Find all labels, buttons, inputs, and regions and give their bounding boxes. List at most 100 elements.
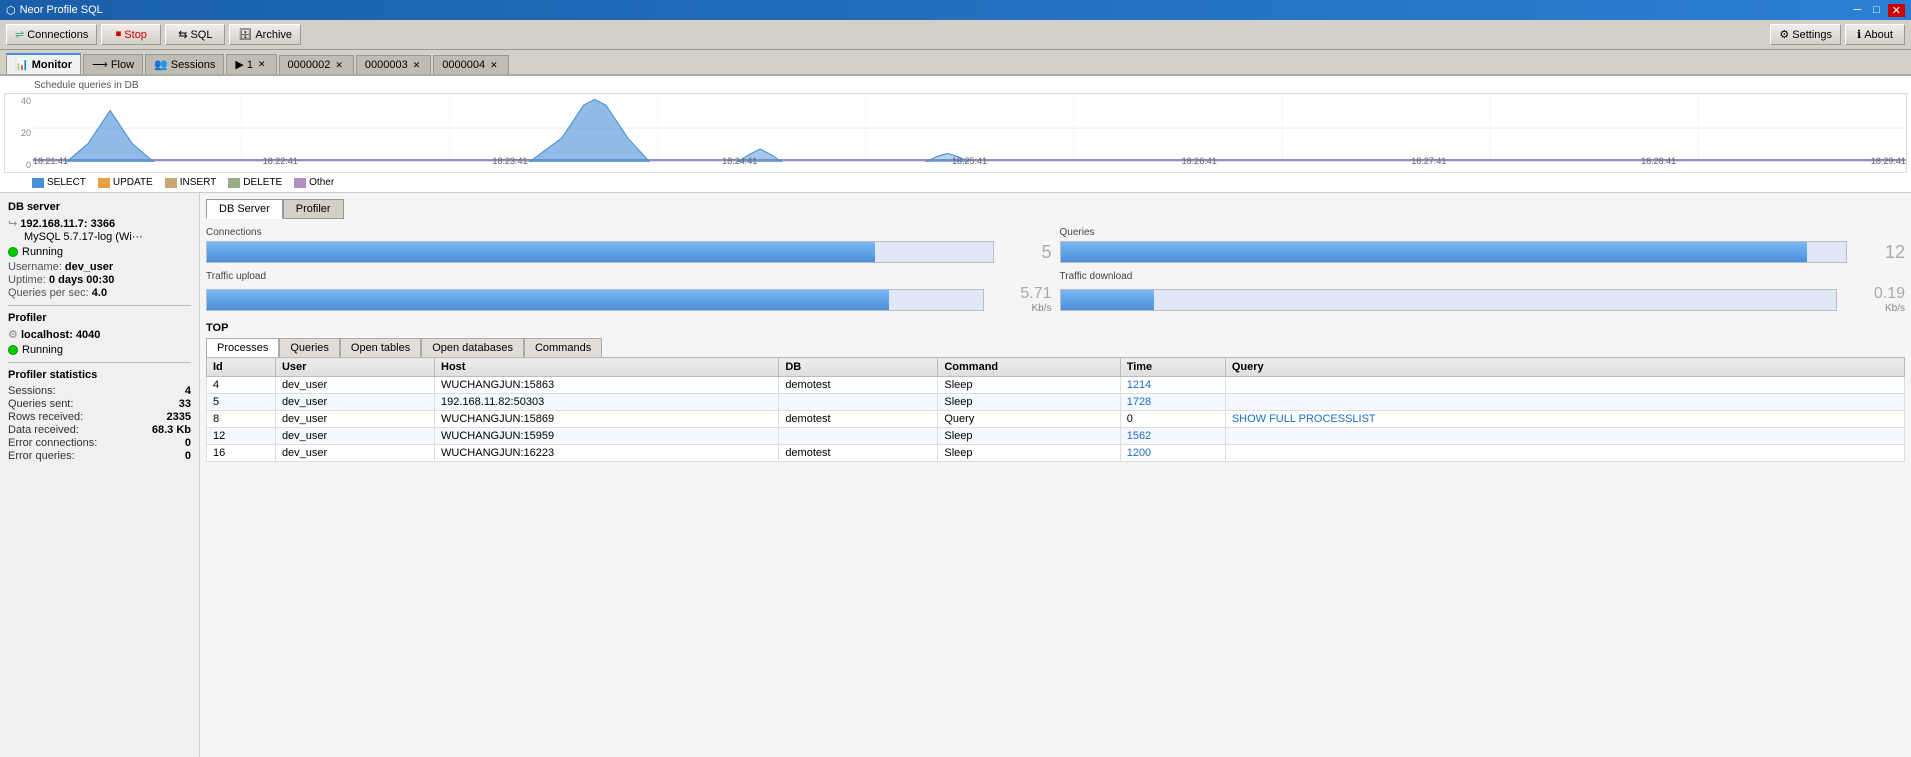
- sql-button[interactable]: ⇆ SQL: [165, 24, 225, 45]
- profiler-host: localhost: 4040: [21, 329, 100, 341]
- stat-rows-received: Rows received: 2335: [8, 411, 191, 423]
- db-status: Running: [22, 246, 63, 258]
- process-tab-processes[interactable]: Processes: [206, 338, 279, 357]
- process-tabs: Processes Queries Open tables Open datab…: [206, 338, 1905, 357]
- inner-tabs: DB Server Profiler: [206, 199, 1905, 219]
- chart-title: Schedule queries in DB: [34, 80, 1907, 91]
- cell-host: WUCHANGJUN:16223: [435, 445, 779, 462]
- chart-xaxis: 18:21:41 18:22:41 18:23:41 18:24:41 18:2…: [33, 154, 1906, 172]
- db-version: MySQL 5.7.17-log (Wi···: [24, 231, 143, 243]
- db-uptime: 0 days 00:30: [49, 274, 114, 286]
- cell-time[interactable]: 1562: [1120, 428, 1225, 445]
- about-icon: ℹ: [1857, 28, 1861, 41]
- traffic-upload-value: 5.71: [992, 285, 1052, 303]
- profiler-host-row: ⚙ localhost: 4040: [8, 328, 191, 341]
- cell-db: [779, 428, 938, 445]
- legend-other: Other: [294, 177, 334, 188]
- qps-label: Queries per sec:: [8, 287, 89, 299]
- queries-bar-row: 12: [1060, 241, 1906, 263]
- cell-db: demotest: [779, 377, 938, 394]
- cell-time[interactable]: 1200: [1120, 445, 1225, 462]
- profiler-status: Running: [22, 344, 63, 356]
- inner-tab-db-server[interactable]: DB Server: [206, 199, 283, 219]
- cell-host: WUCHANGJUN:15863: [435, 377, 779, 394]
- tab-flow[interactable]: ⟶ Flow: [83, 54, 143, 74]
- traffic-upload-label: Traffic upload: [206, 271, 1052, 282]
- col-host: Host: [435, 358, 779, 377]
- divider2: [8, 362, 191, 363]
- col-user: User: [275, 358, 434, 377]
- close-btn[interactable]: ✕: [1888, 4, 1905, 17]
- db-server-title: DB server: [8, 201, 191, 213]
- cell-id: 5: [207, 394, 276, 411]
- archive-icon: 🗄: [238, 28, 252, 41]
- titlebar: ⬡ Neor Profile SQL ─ □ ✕: [0, 0, 1911, 20]
- uptime-label: Uptime:: [8, 274, 46, 286]
- cell-id: 12: [207, 428, 276, 445]
- legend-select: SELECT: [32, 177, 86, 188]
- tab4-close[interactable]: ✕: [488, 60, 500, 71]
- traffic-download-label: Traffic download: [1060, 271, 1906, 282]
- tab-3[interactable]: 0000003 ✕: [356, 55, 431, 74]
- maximize-btn[interactable]: □: [1869, 4, 1884, 17]
- traffic-upload-metric: Traffic upload 5.71 Kb/s: [206, 271, 1052, 314]
- stat-data-received: Data received: 68.3 Kb: [8, 424, 191, 436]
- tab-sessions[interactable]: 👥 Sessions: [145, 54, 224, 74]
- cell-user: dev_user: [275, 445, 434, 462]
- tab1-close[interactable]: ✕: [256, 59, 268, 70]
- inner-tab-profiler[interactable]: Profiler: [283, 199, 344, 219]
- connections-bar-fill: [207, 242, 875, 262]
- connections-value: 5: [1002, 242, 1052, 263]
- tab1-arrow-icon: ▶: [235, 58, 243, 71]
- col-id: Id: [207, 358, 276, 377]
- top-label: TOP: [206, 322, 1905, 334]
- tab-2[interactable]: 0000002 ✕: [279, 55, 354, 74]
- stat-error-connections: Error connections: 0: [8, 437, 191, 449]
- process-tab-commands[interactable]: Commands: [524, 338, 602, 357]
- settings-button[interactable]: ⚙ Settings: [1770, 24, 1841, 45]
- db-host: 192.168.11.7: 3366: [20, 218, 115, 230]
- cell-db: [779, 394, 938, 411]
- tab2-close[interactable]: ✕: [333, 60, 345, 71]
- minimize-btn[interactable]: ─: [1849, 4, 1865, 17]
- table-row: 16 dev_user WUCHANGJUN:16223 demotest Sl…: [207, 445, 1905, 462]
- process-tab-queries[interactable]: Queries: [279, 338, 340, 357]
- cell-time[interactable]: 1214: [1120, 377, 1225, 394]
- traffic-download-bar-fill: [1061, 290, 1154, 310]
- stat-queries-sent: Queries sent: 33: [8, 398, 191, 410]
- traffic-upload-bar-fill: [207, 290, 889, 310]
- connections-icon: ⇌: [15, 28, 24, 41]
- cell-command: Sleep: [938, 445, 1120, 462]
- db-status-dot: [8, 247, 18, 257]
- traffic-download-bar-row: 0.19 Kb/s: [1060, 285, 1906, 314]
- tab-monitor[interactable]: 📊 Monitor: [6, 53, 81, 74]
- flow-icon: ⟶: [92, 58, 108, 71]
- process-tab-open-tables[interactable]: Open tables: [340, 338, 421, 357]
- stat-error-queries: Error queries: 0: [8, 450, 191, 462]
- tab3-close[interactable]: ✕: [411, 60, 423, 71]
- archive-button[interactable]: 🗄 Archive: [229, 24, 301, 45]
- connections-button[interactable]: ⇌ Connections: [6, 24, 97, 45]
- queries-bar-fill: [1061, 242, 1807, 262]
- legend-delete: DELETE: [228, 177, 282, 188]
- right-panel: DB Server Profiler Connections 5 Queries: [200, 193, 1911, 757]
- cell-user: dev_user: [275, 411, 434, 428]
- db-username: dev_user: [65, 261, 113, 273]
- col-time: Time: [1120, 358, 1225, 377]
- cell-db: demotest: [779, 411, 938, 428]
- cell-user: dev_user: [275, 394, 434, 411]
- cell-query[interactable]: SHOW FULL PROCESSLIST: [1225, 411, 1904, 428]
- table-row: 4 dev_user WUCHANGJUN:15863 demotest Sle…: [207, 377, 1905, 394]
- process-tab-open-databases[interactable]: Open databases: [421, 338, 524, 357]
- cell-time[interactable]: 1728: [1120, 394, 1225, 411]
- about-button[interactable]: ℹ About: [1845, 24, 1905, 45]
- stop-button[interactable]: ⏹ Stop: [101, 24, 161, 45]
- queries-label: Queries: [1060, 227, 1906, 238]
- metrics-grid: Connections 5 Queries 12 Traff: [206, 227, 1905, 314]
- db-host-row: ↪ 192.168.11.7: 3366: [8, 217, 191, 230]
- queries-metric: Queries 12: [1060, 227, 1906, 263]
- tab-4[interactable]: 0000004 ✕: [433, 55, 508, 74]
- tab-1[interactable]: ▶ 1 ✕: [226, 54, 276, 74]
- profiler-status-row: Running: [8, 344, 191, 356]
- other-color: [294, 178, 306, 188]
